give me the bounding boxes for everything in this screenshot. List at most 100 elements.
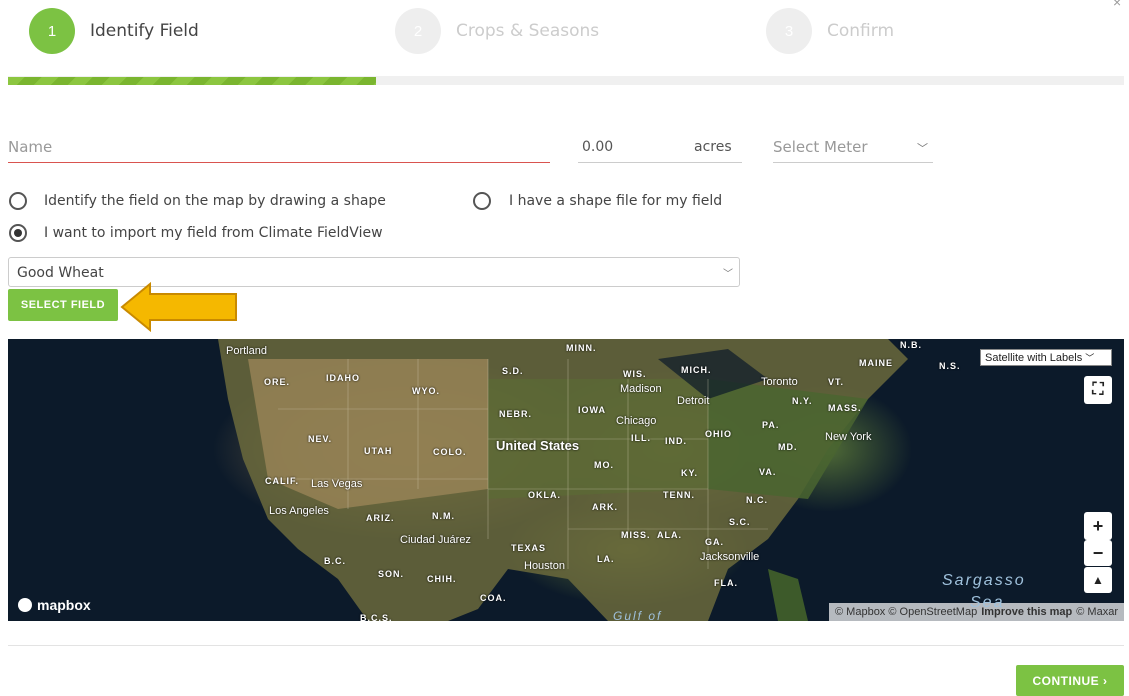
map-label: Houston — [524, 560, 565, 572]
name-input-underline — [8, 162, 550, 163]
map-label: COA. — [480, 593, 507, 603]
map-label: Ciudad Juárez — [400, 534, 471, 546]
map-label: CALIF. — [265, 476, 299, 486]
map-label: VT. — [828, 377, 845, 387]
chevron-down-icon[interactable]: ﹀ — [917, 140, 928, 156]
map-view[interactable]: Satellite with Labels ﹀ ⛶ + − ▲ mapbox ©… — [8, 339, 1124, 621]
map-label: Chicago — [616, 415, 657, 427]
acres-input[interactable]: 0.00 — [582, 139, 613, 155]
map-label: N.B. — [900, 340, 922, 350]
map-label: Madison — [620, 383, 662, 395]
attribution-text: © Mapbox © OpenStreetMap — [835, 606, 978, 618]
map-label: MICH. — [681, 365, 712, 375]
select-field-button[interactable]: SELECT FIELD — [8, 289, 118, 321]
step-3-label[interactable]: Confirm — [827, 21, 894, 41]
radio-shape-file[interactable] — [473, 192, 491, 210]
mapbox-logo-icon — [18, 598, 32, 612]
field-select[interactable]: Good Wheat ﹀ — [8, 257, 740, 287]
map-label: SON. — [378, 569, 405, 579]
map-label: OKLA. — [528, 490, 561, 500]
map-label: MISS. — [621, 530, 651, 540]
map-label: MAINE — [859, 358, 893, 368]
map-label: Los Angeles — [269, 505, 329, 517]
step-2-label[interactable]: Crops & Seasons — [456, 21, 599, 41]
footer-divider — [8, 645, 1124, 646]
meter-underline — [773, 162, 933, 163]
step-3-circle[interactable]: 3 — [766, 8, 812, 54]
map-label: B.C. — [324, 556, 346, 566]
map-label: TEXAS — [511, 543, 547, 553]
progress-fill — [8, 77, 376, 85]
map-label: WYO. — [412, 386, 440, 396]
meter-select[interactable]: Select Meter — [773, 138, 868, 156]
name-input[interactable]: Name — [8, 138, 52, 156]
map-label: ARK. — [592, 502, 618, 512]
acres-unit: acres — [694, 139, 732, 155]
map-label: Detroit — [677, 395, 710, 407]
map-label: S.D. — [502, 366, 524, 376]
map-label: Toronto — [761, 376, 798, 388]
radio-draw-shape[interactable] — [9, 192, 27, 210]
zoom-in-button[interactable]: + — [1084, 512, 1112, 540]
map-label: Sea — [970, 594, 1005, 611]
radio-climate-fieldview-label[interactable]: I want to import my field from Climate F… — [44, 225, 383, 241]
attribution-maxar: © Maxar — [1076, 606, 1118, 618]
continue-button[interactable]: CONTINUE › — [1016, 665, 1124, 696]
map-label: ILL. — [631, 433, 651, 443]
map-label: KY. — [681, 468, 699, 478]
map-style-select[interactable]: Satellite with Labels ﹀ — [980, 349, 1112, 366]
step-2-number: 2 — [413, 22, 423, 40]
step-1-label[interactable]: Identify Field — [90, 21, 199, 41]
map-label: New York — [825, 431, 872, 443]
map-label: FLA. — [714, 578, 738, 588]
radio-climate-fieldview[interactable] — [9, 224, 27, 242]
chevron-down-icon: ﹀ — [1085, 353, 1095, 363]
map-label: VA. — [759, 467, 777, 477]
step-2-circle[interactable]: 2 — [395, 8, 441, 54]
map-label: IOWA — [578, 405, 606, 415]
map-label: ARIZ. — [366, 513, 395, 523]
map-label: Jacksonville — [700, 551, 760, 563]
arrow-annotation-icon — [120, 282, 237, 332]
map-label: WIS. — [623, 369, 647, 379]
map-label: Gulf of — [613, 609, 663, 621]
compass-icon[interactable]: ▲ — [1084, 567, 1112, 593]
map-label: IDAHO — [326, 373, 360, 383]
map-label: N.S. — [939, 361, 961, 371]
map-label: Portland — [226, 345, 267, 357]
chevron-down-icon: ﹀ — [723, 269, 733, 280]
mapbox-logo-text: mapbox — [37, 597, 91, 613]
map-label: ORE. — [264, 377, 291, 387]
map-label: United States — [496, 438, 580, 453]
map-label: OHIO — [705, 429, 733, 439]
fullscreen-icon[interactable]: ⛶ — [1084, 376, 1112, 404]
map-style-select-value: Satellite with Labels — [985, 351, 1083, 364]
map-label: Sargasso — [942, 572, 1026, 589]
step-1-number: 1 — [47, 22, 57, 40]
map-label: ALA. — [657, 530, 682, 540]
map-label: N.C. — [746, 495, 768, 505]
map-label: IND. — [665, 436, 687, 446]
step-3-number: 3 — [784, 22, 794, 40]
zoom-out-button[interactable]: − — [1084, 540, 1112, 566]
map-label: CHIH. — [427, 574, 457, 584]
acres-underline — [578, 162, 742, 163]
map-label: MO. — [594, 460, 614, 470]
map-label: Las Vegas — [311, 478, 363, 490]
close-icon[interactable]: × — [1113, 0, 1121, 10]
map-label: MD. — [778, 442, 798, 452]
map-label: TENN. — [663, 490, 695, 500]
radio-draw-shape-label[interactable]: Identify the field on the map by drawing… — [44, 193, 386, 209]
map-label: MINN. — [566, 343, 597, 353]
step-1-circle[interactable]: 1 — [29, 8, 75, 54]
map-label: B.C.S. — [360, 613, 393, 621]
map-label: PA. — [762, 420, 780, 430]
mapbox-logo: mapbox — [18, 597, 91, 613]
radio-shape-file-label[interactable]: I have a shape file for my field — [509, 193, 722, 209]
map-label: NEBR. — [499, 409, 533, 419]
map-label: N.M. — [432, 511, 455, 521]
map-label: COLO. — [433, 447, 467, 457]
map-label: NEV. — [308, 434, 333, 444]
map-label: GA. — [705, 537, 725, 547]
map-label: S.C. — [729, 517, 751, 527]
